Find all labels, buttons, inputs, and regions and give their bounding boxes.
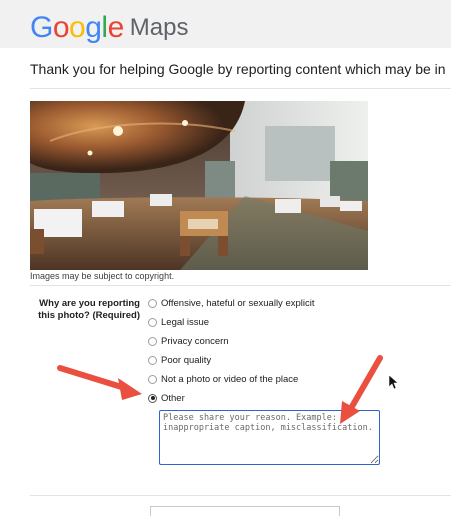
logo-letter-g: g xyxy=(85,11,102,44)
reported-photo xyxy=(30,101,368,270)
logo-letter-o1: o xyxy=(52,11,70,44)
radio-button-icon[interactable] xyxy=(148,374,157,384)
radio-button-icon[interactable] xyxy=(148,298,157,308)
copyright-notice: Images may be subject to copyright. xyxy=(30,271,175,281)
option-label: Other xyxy=(161,392,185,404)
reason-textarea[interactable] xyxy=(159,410,380,465)
question-line: this photo? (Required) xyxy=(38,310,140,321)
option-label: Legal issue xyxy=(161,316,210,328)
divider xyxy=(30,88,451,89)
logo-maps-word: Maps xyxy=(129,14,189,41)
intro-text: Thank you for helping Google by reportin… xyxy=(30,61,446,77)
reason-option-offensive[interactable]: Offensive, hateful or sexually explicit xyxy=(148,296,314,310)
google-maps-logo[interactable]: Google Maps xyxy=(30,11,188,45)
next-field-input[interactable] xyxy=(150,506,340,516)
logo-letter-G: G xyxy=(30,11,53,44)
option-label: Not a photo or video of the place xyxy=(161,373,299,385)
divider xyxy=(30,285,451,286)
logo-letter-o2: o xyxy=(69,11,86,44)
reason-option-poor-quality[interactable]: Poor quality xyxy=(148,353,211,367)
reason-option-legal[interactable]: Legal issue xyxy=(148,315,209,329)
logo-letter-e: e xyxy=(107,11,125,44)
option-label: Privacy concern xyxy=(161,335,229,347)
arrow-annotation-icon xyxy=(57,365,142,400)
divider xyxy=(30,495,451,496)
restaurant-panorama-image xyxy=(30,101,368,270)
radio-button-icon[interactable] xyxy=(148,355,157,365)
top-bar: Google Maps xyxy=(0,0,451,48)
radio-button-icon[interactable] xyxy=(148,393,157,403)
next-field-label xyxy=(72,504,142,512)
reason-option-privacy[interactable]: Privacy concern xyxy=(148,334,229,348)
reason-option-other[interactable]: Other xyxy=(148,391,185,405)
report-question-label: Why are you reporting this photo? (Requi… xyxy=(30,298,140,322)
radio-button-icon[interactable] xyxy=(148,317,157,327)
option-label: Poor quality xyxy=(161,354,212,366)
reason-option-not-photo[interactable]: Not a photo or video of the place xyxy=(148,372,298,386)
mouse-cursor-icon xyxy=(388,374,399,390)
option-label: Offensive, hateful or sexually explicit xyxy=(161,297,315,309)
radio-button-icon[interactable] xyxy=(148,336,157,346)
question-line: Why are you reporting xyxy=(39,298,140,309)
